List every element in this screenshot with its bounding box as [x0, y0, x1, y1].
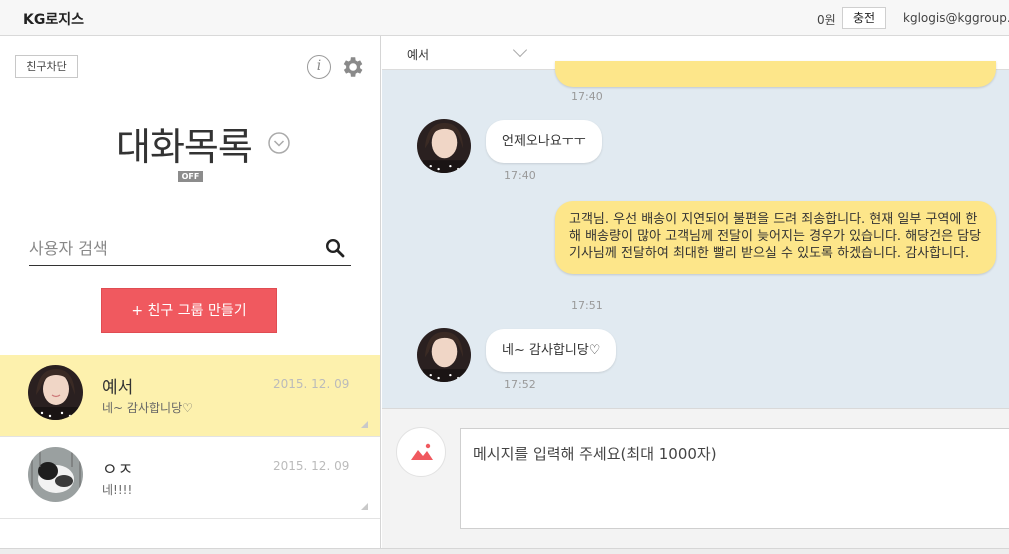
chevron-down-icon[interactable] [512, 42, 528, 58]
corner-resize-icon [361, 421, 368, 428]
points-balance: 0원 [817, 13, 836, 27]
chat-panel: 예서 17:40 언제오나요ㅜㅜ 17:40 고객님. 우선 배송이 지연되어 … [382, 36, 1009, 548]
create-friend-group-button[interactable]: + 친구 그룹 만들기 [101, 288, 277, 333]
friend-list-item[interactable]: 예서 2015. 12. 09 네~ 감사합니당♡ [0, 355, 380, 437]
friend-message-preview: 네~ 감사합니당♡ [102, 401, 193, 415]
chat-partner-name: 예서 [407, 48, 430, 62]
image-icon [411, 443, 433, 460]
message-time: 17:40 [504, 169, 536, 182]
gear-icon[interactable] [339, 54, 365, 80]
message-input[interactable] [460, 428, 1009, 529]
their-message-bubble: 언제오나요ㅜㅜ [486, 120, 602, 163]
charge-button[interactable]: 충전 [842, 7, 886, 29]
my-message-bubble [555, 61, 996, 87]
avatar[interactable] [417, 328, 471, 382]
their-message-bubble: 네~ 감사합니당♡ [486, 329, 617, 372]
message-time: 17:40 [571, 90, 603, 103]
friend-message-preview: 네!!!! [102, 483, 133, 497]
page-title: 대화목록 [116, 125, 253, 169]
message-time: 17:52 [504, 378, 536, 391]
account-email[interactable]: kglogis@kggroup.c [903, 11, 1009, 25]
avatar [28, 447, 83, 502]
avatar [28, 365, 83, 420]
app-brand: KG로지스 [23, 12, 84, 28]
info-icon[interactable]: i [307, 55, 331, 79]
my-message-bubble: 고객님. 우선 배송이 지연되어 불편을 드려 죄송합니다. 현재 일부 구역에… [555, 201, 996, 274]
message-composer [382, 408, 1009, 548]
friend-date: 2015. 12. 09 [273, 459, 350, 473]
friend-date: 2015. 12. 09 [273, 377, 350, 391]
attach-image-button[interactable] [396, 427, 446, 477]
message-time: 17:51 [571, 299, 603, 312]
block-friend-button[interactable]: 친구차단 [15, 55, 78, 78]
friend-name: ㅇㅈ [102, 460, 134, 480]
window-bottom-edge [0, 548, 1009, 554]
friend-list-item[interactable]: ㅇㅈ 2015. 12. 09 네!!!! [0, 437, 380, 519]
search-icon[interactable] [325, 238, 345, 258]
friend-name: 예서 [102, 378, 134, 398]
chevron-down-icon[interactable] [268, 132, 290, 154]
user-search-input[interactable] [29, 232, 351, 266]
corner-resize-icon [361, 503, 368, 510]
avatar[interactable] [417, 119, 471, 173]
status-badge[interactable]: OFF [178, 171, 203, 182]
conversation-sidebar: 친구차단 i 대화목록 OFF + 친구 그룹 만들기 예서 2015. 12.… [0, 36, 381, 548]
top-bar: KG로지스 0원 충전 kglogis@kggroup.c [0, 0, 1009, 36]
